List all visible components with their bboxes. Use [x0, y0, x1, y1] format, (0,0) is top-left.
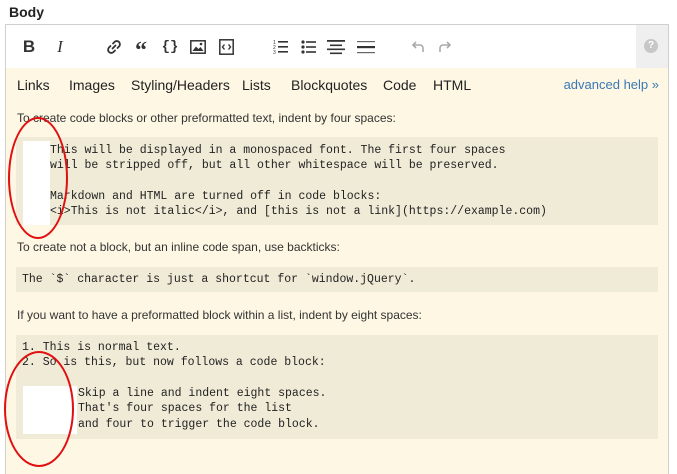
tab-code[interactable]: Code: [383, 77, 416, 93]
bold-icon: B: [22, 37, 36, 56]
inline-code-intro-text: To create not a block, but an inline cod…: [17, 240, 340, 254]
code-line: will be stripped off, but all other whit…: [50, 159, 499, 172]
numbered-list-button[interactable]: 1 2 3: [271, 36, 291, 58]
tab-styling-headers[interactable]: Styling/Headers: [131, 77, 230, 93]
code-line: The `$` character is just a shortcut for…: [22, 273, 416, 286]
blockquote-button[interactable]: “: [131, 36, 151, 63]
image-icon: [190, 40, 206, 54]
redo-button[interactable]: [436, 36, 454, 58]
tab-html[interactable]: HTML: [433, 77, 471, 93]
undo-button[interactable]: [409, 36, 427, 58]
horizontal-rule-icon: [357, 41, 375, 54]
tab-links[interactable]: Links: [17, 77, 50, 93]
code-block-example: This will be displayed in a monospaced f…: [16, 137, 658, 225]
tab-images[interactable]: Images: [69, 77, 115, 93]
editor-toolbar: B I “ {} 1 2 3 ?: [6, 25, 668, 68]
code-line: and four to trigger the code block.: [78, 418, 320, 431]
horizontal-rule-button[interactable]: [356, 36, 376, 58]
markdown-help-panel: B I “ {} 1 2 3 ? Links Images Styling/He…: [4, 24, 669, 474]
code-line: 2. So is this, but now follows a code bl…: [22, 356, 326, 369]
quote-icon: “: [135, 38, 147, 64]
code-line: This will be displayed in a monospaced f…: [50, 144, 506, 157]
heading-icon: [327, 40, 345, 55]
snippet-icon: [218, 39, 234, 55]
code-line: Skip a line and indent eight spaces.: [78, 387, 327, 400]
list-code-intro-text: If you want to have a preformatted block…: [17, 308, 422, 322]
code-line: That's four spaces for the list: [78, 402, 292, 415]
snippet-button[interactable]: [216, 36, 236, 58]
code-intro-text: To create code blocks or other preformat…: [17, 111, 396, 125]
annotation-circle: [8, 117, 68, 239]
svg-text:3: 3: [273, 50, 276, 55]
tab-lists[interactable]: Lists: [242, 77, 271, 93]
body-field-label: Body: [9, 4, 44, 20]
bold-button[interactable]: B: [20, 36, 38, 58]
bulleted-list-button[interactable]: [299, 36, 319, 58]
italic-icon: I: [57, 37, 63, 56]
help-icon: ?: [644, 39, 658, 53]
help-toggle-button[interactable]: ?: [636, 25, 668, 68]
code-button[interactable]: {}: [160, 36, 180, 58]
heading-button[interactable]: [326, 36, 346, 58]
undo-icon: [411, 41, 424, 52]
redo-icon: [439, 41, 452, 52]
numbered-list-icon: 1 2 3: [273, 40, 288, 55]
italic-button[interactable]: I: [51, 36, 69, 58]
tab-blockquotes[interactable]: Blockquotes: [291, 77, 367, 93]
bulleted-list-icon: [301, 40, 316, 54]
code-line: <i>This is not italic</i>, and [this is …: [50, 205, 547, 218]
image-button[interactable]: [188, 36, 208, 58]
link-icon: [107, 40, 121, 54]
help-tabs: Links Images Styling/Headers Lists Block…: [6, 73, 668, 97]
advanced-help-link[interactable]: advanced help »: [564, 77, 659, 92]
annotation-circle: [4, 351, 74, 467]
code-braces-icon: {}: [161, 39, 179, 55]
inline-code-example: The `$` character is just a shortcut for…: [16, 267, 658, 292]
link-button[interactable]: [104, 36, 124, 58]
list-code-block-example: 1. This is normal text. 2. So is this, b…: [16, 335, 658, 439]
code-line: Markdown and HTML are turned off in code…: [50, 190, 382, 203]
